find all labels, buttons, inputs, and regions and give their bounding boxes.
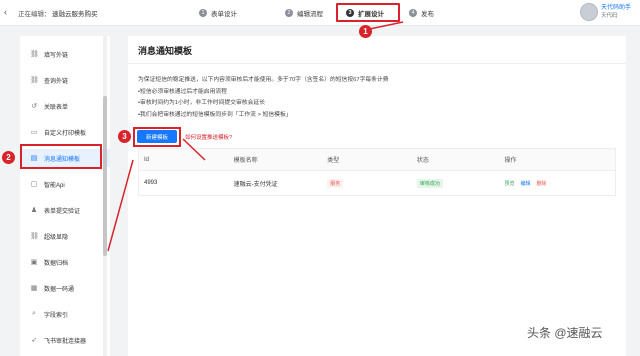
divider — [128, 63, 626, 64]
sidebar-item-field-index[interactable]: ⌕ 字段索引 — [20, 305, 110, 323]
link-icon: ⛓ — [30, 51, 39, 58]
annotation-box-sidebar — [20, 144, 102, 169]
sidebar-item-data-archive[interactable]: ▣ 数据归档 — [20, 253, 110, 271]
col-header-status: 状态 — [416, 158, 429, 164]
relation-icon: ↺ — [31, 103, 37, 110]
annotation-badge-2: 2 — [2, 151, 15, 164]
edit-link[interactable]: 编辑 — [521, 180, 531, 187]
col-header-actions: 操作 — [504, 158, 517, 164]
annotation-badge-1: 1 — [359, 25, 372, 38]
sidebar-item-super-visibility[interactable]: ⛓ 超级显隐 — [20, 227, 110, 245]
annotation-box-new — [133, 127, 181, 147]
link-hide-icon: ⛓ — [30, 233, 39, 240]
sidebar-item-label: 字段索引 — [44, 312, 69, 319]
sidebar-item-label: 飞书审批连接器 — [44, 338, 87, 345]
table-row: 4993 速融云-支付凭证 服务 审核成功 预览 编辑 删除 — [139, 171, 615, 195]
status-badge: 审核成功 — [416, 178, 443, 188]
ai-icon: ▢ — [30, 181, 38, 188]
col-header-name: 模板名称 — [233, 158, 258, 164]
main-panel: 消息通知模板 为保证短信的稳定推送，以下内容须审核后才能使用。多于70字（含签名… — [128, 36, 626, 356]
step-form-design[interactable]: 1 表单设计 — [199, 6, 237, 20]
sidebar-item-label: 数据归档 — [44, 260, 69, 267]
step-publish[interactable]: 4 发布 — [409, 6, 434, 20]
preview-link[interactable]: 预览 — [504, 180, 514, 187]
index-icon: ⌕ — [32, 310, 36, 317]
cell-id: 4993 — [144, 180, 158, 186]
sidebar-item-query-link[interactable]: ⛓ 查询外链 — [20, 71, 110, 89]
sidebar-item-feishu-connector[interactable]: ➶ 飞书审批连接器 — [20, 331, 110, 349]
help-link[interactable]: 如何设置推送模板? — [185, 133, 232, 141]
print-icon: ▭ — [30, 129, 38, 136]
note-line: •我们会把审核通过的短信模板同步到「工作流 > 短信模板」 — [138, 111, 292, 118]
sidebar-item-fill-link[interactable]: ⛓ 填写外链 — [20, 45, 110, 63]
step-number: 4 — [409, 9, 417, 17]
annotation-box-step — [336, 3, 400, 22]
sidebar: ⛓ 填写外链 ⛓ 查询外链 ↺ 关联表单 ▭ 自定义打印模板 ▤ 消息通知模板 ▢ 智能Ap… — [20, 36, 110, 356]
cell-name: 速融云-支付凭证 — [233, 181, 278, 188]
sidebar-item-data-code[interactable]: ▦ 数据一码通 — [20, 279, 110, 297]
user-name: 天代码助手 — [601, 5, 632, 11]
chevron-left-icon[interactable]: ‹ — [4, 7, 7, 17]
type-tag: 服务 — [327, 178, 344, 188]
sidebar-item-label: 查询外链 — [44, 78, 69, 85]
link-icon: ⛓ — [30, 77, 39, 84]
sidebar-item-label: 填写外链 — [44, 52, 69, 59]
code-icon: ▦ — [30, 285, 38, 292]
sidebar-item-label: 关联表单 — [44, 104, 69, 111]
sidebar-item-print-template[interactable]: ▭ 自定义打印模板 — [20, 123, 110, 141]
template-table: Id 模板名称 类型 状态 操作 4993 速融云-支付凭证 服务 审核成功 预… — [138, 148, 616, 196]
editing-label: 正在编辑： — [18, 11, 51, 18]
avatar — [580, 3, 598, 21]
sidebar-item-label: 超级显隐 — [44, 234, 69, 241]
archive-icon: ▣ — [30, 259, 38, 266]
step-label: 编辑流程 — [297, 11, 323, 18]
step-number: 2 — [285, 9, 293, 17]
table-header: Id 模板名称 类型 状态 操作 — [139, 149, 615, 171]
delete-link[interactable]: 删除 — [537, 180, 547, 187]
note-line: 为保证短信的稳定推送，以下内容须审核后才能使用。多于70字（含签名）的短信按67… — [138, 77, 389, 83]
notes: 为保证短信的稳定推送，以下内容须审核后才能使用。多于70字（含签名）的短信按67… — [138, 75, 389, 121]
user-subtitle: 天代码 — [601, 13, 618, 19]
watermark: 头条 @速融云 — [527, 326, 603, 340]
note-line: •审核时间约为1小时，非工作时间提交审核会延长 — [138, 100, 265, 106]
sidebar-scroll-thumb[interactable] — [103, 96, 107, 256]
sidebar-item-smart-api[interactable]: ▢ 智能Api — [20, 175, 110, 193]
sidebar-item-label: 自定义打印模板 — [44, 130, 87, 137]
step-edit-flow[interactable]: 2 编辑流程 — [285, 6, 323, 20]
page-title: 消息通知模板 — [138, 46, 193, 56]
col-header-type: 类型 — [327, 158, 340, 164]
step-label: 发布 — [421, 11, 434, 18]
connector-icon: ➶ — [31, 337, 37, 344]
user-menu[interactable]: 天代码助手 天代码 — [580, 3, 631, 21]
annotation-badge-3: 3 — [118, 130, 131, 143]
sidebar-item-label: 数据一码通 — [44, 286, 75, 293]
sidebar-item-label: 表单提交验证 — [44, 208, 81, 215]
sidebar-item-label: 智能Api — [44, 182, 65, 189]
note-line: •短信必须审核通过后才能启用流程 — [138, 88, 227, 95]
step-label: 表单设计 — [211, 11, 237, 18]
sidebar-item-submit-validation[interactable]: ♟ 表单提交验证 — [20, 201, 110, 219]
step-number: 1 — [199, 9, 207, 17]
person-icon: ♟ — [30, 207, 38, 214]
top-bar: ‹ 正在编辑： 速融云服务购买 1 表单设计 2 编辑流程 3 扩展设计 4 发… — [0, 0, 640, 26]
sidebar-item-relation-form[interactable]: ↺ 关联表单 — [20, 97, 110, 115]
col-header-id: Id — [144, 156, 150, 163]
app-name: 速融云服务购买 — [52, 11, 98, 18]
